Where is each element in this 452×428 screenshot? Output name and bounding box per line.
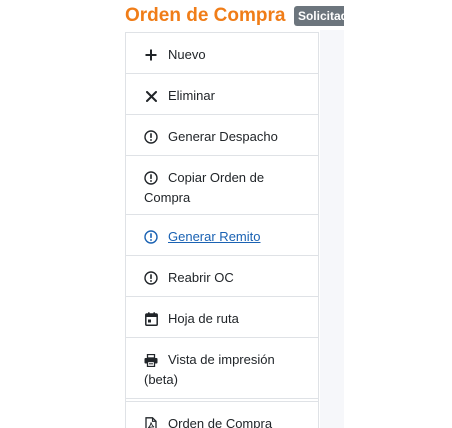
actions-menu: Nuevo Eliminar Generar Despacho Copiar O… [125, 32, 319, 428]
calendar-icon [144, 309, 158, 329]
page-title: Orden de Compra [125, 5, 286, 26]
menu-item-generar-despacho[interactable]: Generar Despacho [126, 115, 318, 156]
page: Orden de Compra Solicitada Nuevo Elimina… [0, 0, 452, 428]
printer-icon [144, 350, 158, 370]
exclamation-circle-icon [144, 227, 158, 247]
exclamation-circle-icon [144, 268, 158, 288]
menu-item-reabrir-oc[interactable]: Reabrir OC [126, 256, 318, 297]
exclamation-circle-icon [144, 168, 158, 188]
menu-item-vista-de-impresion[interactable]: Vista de impresión (beta) [126, 338, 318, 399]
menu-item-label: Hoja de ruta [168, 311, 239, 326]
menu-item-label: Reabrir OC [168, 270, 234, 285]
menu-item-label: Copiar Orden de Compra [144, 170, 265, 205]
exclamation-circle-icon [144, 127, 158, 147]
pdf-file-icon [144, 414, 158, 428]
menu-item-orden-de-compra-pdf[interactable]: Orden de Compra [126, 401, 318, 428]
menu-item-link-label[interactable]: Generar Remito [168, 227, 304, 247]
menu-item-label: Generar Despacho [168, 129, 278, 144]
menu-item-generar-remito[interactable]: Generar Remito [126, 215, 318, 256]
menu-item-eliminar[interactable]: Eliminar [126, 74, 318, 115]
plus-icon [144, 45, 158, 65]
menu-item-label: Orden de Compra [168, 416, 273, 428]
close-icon [144, 86, 158, 106]
menu-item-nuevo[interactable]: Nuevo [126, 33, 318, 74]
menu-item-hoja-de-ruta[interactable]: Hoja de ruta [126, 297, 318, 338]
menu-item-label: Nuevo [168, 47, 206, 62]
menu-item-label: Vista de impresión (beta) [144, 352, 275, 387]
side-panel-strip [320, 30, 344, 428]
status-badge: Solicitada [293, 6, 344, 26]
page-header: Orden de Compra Solicitada [125, 4, 344, 30]
menu-item-label: Eliminar [168, 88, 215, 103]
menu-item-copiar-orden-de-compra[interactable]: Copiar Orden de Compra [126, 156, 318, 215]
